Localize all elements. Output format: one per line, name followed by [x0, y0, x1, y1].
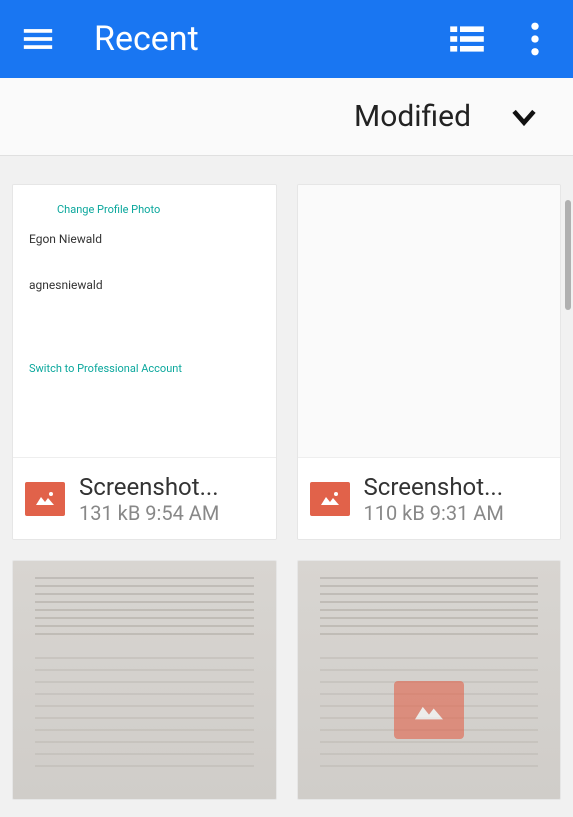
- file-name: Screenshot...: [364, 473, 504, 501]
- file-card[interactable]: [12, 560, 277, 800]
- page-title: Recent: [94, 19, 419, 59]
- file-thumbnail: [298, 185, 561, 457]
- image-icon: [25, 482, 65, 516]
- file-card[interactable]: [297, 560, 562, 800]
- image-icon: [310, 482, 350, 516]
- file-card[interactable]: Change Profile Photo Egon Niewald agnesn…: [12, 184, 277, 540]
- scrollbar[interactable]: [565, 200, 571, 310]
- more-vert-icon[interactable]: [515, 19, 555, 59]
- file-thumbnail: [298, 561, 561, 799]
- image-icon: [394, 681, 464, 739]
- file-grid: Change Profile Photo Egon Niewald agnesn…: [0, 156, 573, 540]
- file-info: Screenshot... 110 kB 9:31 AM: [298, 457, 561, 539]
- file-grid-row: [0, 560, 573, 800]
- file-card[interactable]: Screenshot... 110 kB 9:31 AM: [297, 184, 562, 540]
- file-thumbnail: [13, 561, 276, 799]
- sort-bar[interactable]: Modified: [0, 78, 573, 156]
- file-info: Screenshot... 131 kB 9:54 AM: [13, 457, 276, 539]
- list-view-icon[interactable]: [447, 19, 487, 59]
- chevron-down-icon: [507, 100, 541, 134]
- file-details: 131 kB 9:54 AM: [79, 501, 219, 525]
- app-bar: Recent: [0, 0, 573, 78]
- file-thumbnail: Change Profile Photo Egon Niewald agnesn…: [13, 185, 276, 457]
- file-details: 110 kB 9:31 AM: [364, 501, 504, 525]
- hamburger-menu-icon[interactable]: [18, 19, 58, 59]
- file-name: Screenshot...: [79, 473, 219, 501]
- sort-label: Modified: [354, 99, 471, 134]
